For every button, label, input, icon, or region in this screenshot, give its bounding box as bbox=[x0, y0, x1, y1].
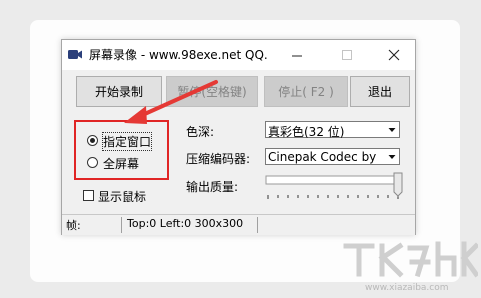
pause-button[interactable]: 暂停(空格键) bbox=[166, 76, 258, 107]
chevron-down-icon bbox=[388, 128, 396, 132]
codec-label: 压缩编码器: bbox=[186, 152, 251, 166]
show-cursor-label[interactable]: 显示鼠标 bbox=[98, 188, 146, 205]
maximize-icon bbox=[342, 50, 352, 60]
chevron-down-icon bbox=[388, 155, 396, 159]
exit-button[interactable]: 退出 bbox=[350, 76, 410, 107]
color-depth-value: 真彩色(32 位) bbox=[268, 125, 345, 139]
watermark-url: www.xiazaiba.com bbox=[365, 283, 449, 293]
show-cursor-checkbox[interactable] bbox=[83, 190, 94, 201]
app-window: 屏幕录像 - www.98exe.net QQ... 开始录制 暂停(空格键) … bbox=[61, 39, 416, 235]
quality-label: 输出质量: bbox=[186, 180, 239, 194]
watermark-logo-icon bbox=[343, 241, 478, 278]
close-icon[interactable] bbox=[384, 46, 404, 64]
title-bar[interactable]: 屏幕录像 - www.98exe.net QQ... bbox=[62, 40, 415, 70]
status-frame-label: 帧: bbox=[66, 219, 81, 232]
stop-button[interactable]: 停止( F2 ) bbox=[264, 76, 348, 107]
status-info: Top:0 Left:0 300x300 bbox=[127, 217, 244, 230]
start-recording-button[interactable]: 开始录制 bbox=[76, 76, 162, 107]
codec-value: Cinepak Codec by bbox=[268, 150, 377, 164]
color-depth-label: 色深: bbox=[186, 125, 215, 139]
status-bar: 帧: Top:0 Left:0 300x300 bbox=[62, 214, 415, 235]
radio-specified-window[interactable] bbox=[87, 135, 98, 146]
status-divider bbox=[121, 217, 122, 233]
radio-selected-dot bbox=[90, 138, 95, 143]
codec-select[interactable]: Cinepak Codec by bbox=[265, 148, 400, 165]
radio-fullscreen[interactable] bbox=[87, 157, 98, 168]
minimize-icon[interactable] bbox=[287, 46, 307, 64]
camera-icon bbox=[68, 50, 82, 59]
status-divider bbox=[257, 217, 258, 233]
radio-label-specified-window[interactable]: 指定窗口 bbox=[101, 132, 153, 151]
window-title: 屏幕录像 - www.98exe.net QQ... bbox=[89, 48, 267, 62]
radio-label-fullscreen[interactable]: 全屏幕 bbox=[103, 155, 139, 172]
color-depth-select[interactable]: 真彩色(32 位) bbox=[265, 121, 400, 139]
quality-slider[interactable] bbox=[265, 172, 405, 202]
